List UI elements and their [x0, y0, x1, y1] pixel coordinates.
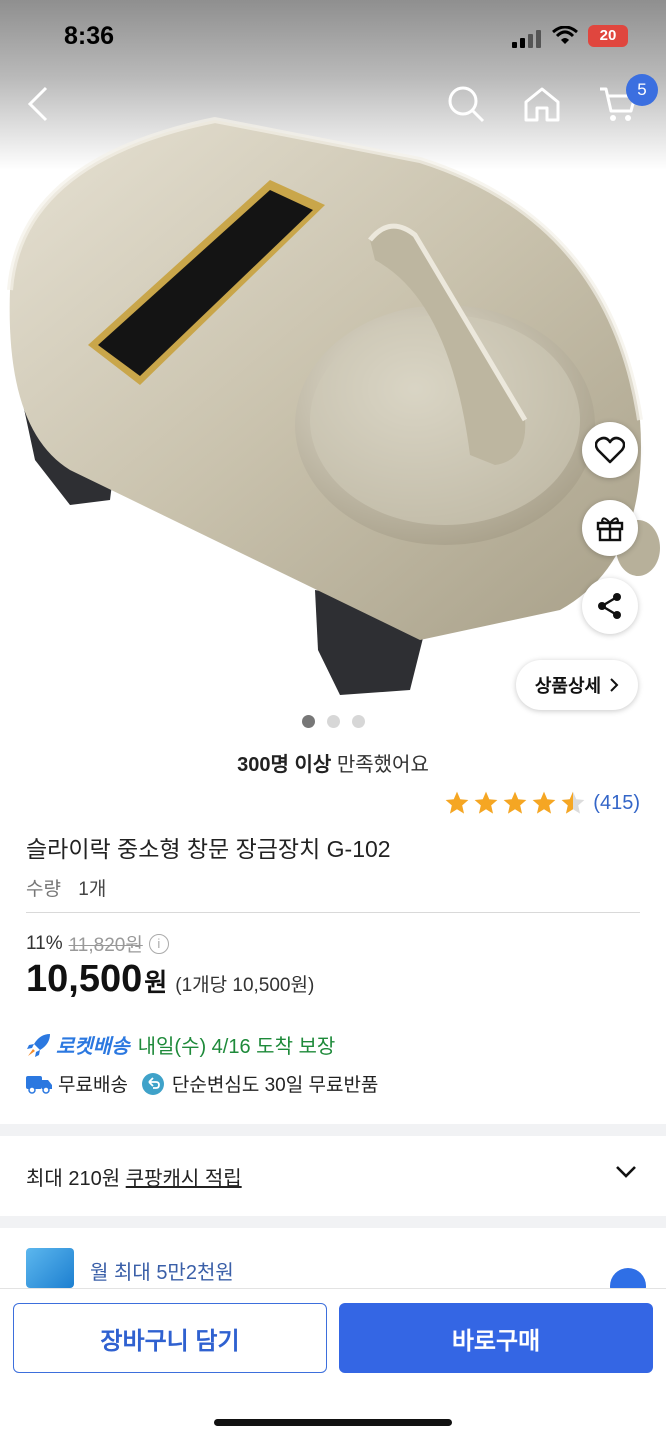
bottom-action-bar: 장바구니 담기 바로구매	[0, 1288, 666, 1440]
rocket-delivery: 로켓배송 내일(수) 4/16 도착 보장	[26, 1030, 335, 1059]
buy-now-button[interactable]: 바로구매	[339, 1303, 653, 1373]
credit-card-image	[26, 1248, 74, 1288]
shipping-benefits: 무료배송 단순변심도 30일 무료반품	[26, 1070, 378, 1097]
search-icon	[448, 86, 485, 123]
share-icon	[598, 593, 621, 619]
image-carousel-dots	[0, 715, 666, 728]
product-detail-label: 상품상세	[534, 676, 602, 696]
price-info: 10,500 원 (1개당 10,500원)	[26, 958, 314, 1001]
discount-rate: 11%	[26, 932, 63, 954]
star-full-icon	[445, 791, 469, 814]
free-shipping-label: 무료배송	[58, 1075, 128, 1096]
sale-price: 10,500	[26, 958, 143, 1000]
unit-price: (1개당 10,500원)	[175, 975, 315, 996]
home-button[interactable]	[520, 82, 564, 126]
top-nav	[0, 72, 666, 136]
search-button[interactable]	[444, 82, 488, 126]
share-button[interactable]	[582, 578, 638, 634]
carousel-dot[interactable]	[301, 715, 315, 728]
return-icon	[141, 1072, 164, 1095]
product-photo	[7, 116, 660, 695]
cash-reward-text: 최대 210원 쿠팡캐시 적립	[26, 1162, 242, 1191]
info-icon[interactable]: i	[148, 933, 169, 954]
satisfied-text: 만족했어요	[336, 754, 429, 776]
star-full-icon	[503, 791, 527, 814]
carousel-dot[interactable]	[326, 715, 340, 728]
quantity-value: 1개	[78, 879, 107, 900]
satisfied-count: 300명 이상	[237, 754, 332, 776]
chevron-right-icon	[610, 678, 619, 692]
discount-info: 11% 11,820원 i	[26, 930, 169, 957]
status-time: 8:36	[64, 22, 115, 50]
home-icon	[524, 87, 560, 122]
home-indicator	[214, 1419, 452, 1426]
chevron-left-icon	[27, 86, 48, 122]
card-promotion-text: 월 최대 5만2천원	[90, 1262, 234, 1284]
price-currency: 원	[144, 969, 168, 997]
product-image-area[interactable]: 8:36 20 5 상품상세	[0, 0, 666, 740]
cart-count-badge: 5	[626, 74, 658, 106]
coupang-cash-row[interactable]: 최대 210원 쿠팡캐시 적립	[0, 1136, 666, 1216]
add-to-cart-button[interactable]: 장바구니 담기	[13, 1303, 327, 1373]
status-bar: 8:36 20	[0, 0, 666, 72]
truck-icon	[26, 1075, 52, 1094]
card-promotion[interactable]: 월 최대 5만2천원	[0, 1228, 666, 1288]
wifi-icon	[552, 26, 578, 44]
product-detail-button[interactable]: 상품상세	[516, 660, 638, 710]
section-separator	[0, 1124, 666, 1136]
divider	[26, 912, 640, 913]
gift-button[interactable]	[582, 500, 638, 556]
quantity-info: 수량 1개	[26, 874, 106, 901]
rocket-delivery-label: 로켓배송	[56, 1036, 130, 1058]
star-full-icon	[532, 791, 556, 814]
back-button[interactable]	[16, 82, 60, 126]
carousel-dot[interactable]	[351, 715, 365, 728]
heart-icon	[595, 436, 625, 464]
original-price: 11,820원	[68, 935, 143, 956]
cash-reward-link[interactable]: 쿠팡캐시 적립	[126, 1168, 242, 1190]
wishlist-button[interactable]	[582, 422, 638, 478]
quantity-label: 수량	[26, 879, 61, 900]
signal-icon	[512, 30, 541, 48]
review-count-link[interactable]: (415)	[593, 792, 640, 815]
delivery-eta: 내일(수) 4/16 도착 보장	[137, 1036, 336, 1058]
section-separator	[0, 1216, 666, 1228]
chevron-down-icon	[616, 1166, 636, 1178]
satisfaction-summary: 300명 이상 만족했어요	[0, 748, 666, 777]
rating-summary[interactable]: (415)	[444, 788, 640, 818]
cash-reward-amount: 최대 210원	[26, 1168, 121, 1190]
card-promotion-arrow-icon[interactable]	[610, 1268, 646, 1288]
star-full-icon	[474, 791, 498, 814]
free-return-label: 단순변심도 30일 무료반품	[171, 1075, 379, 1096]
battery-indicator: 20	[588, 25, 628, 47]
gift-icon	[596, 517, 624, 542]
star-half-icon	[561, 791, 585, 814]
product-title: 슬라이락 중소형 창문 장금장치 G-102	[26, 836, 391, 862]
rocket-icon	[27, 1033, 50, 1057]
